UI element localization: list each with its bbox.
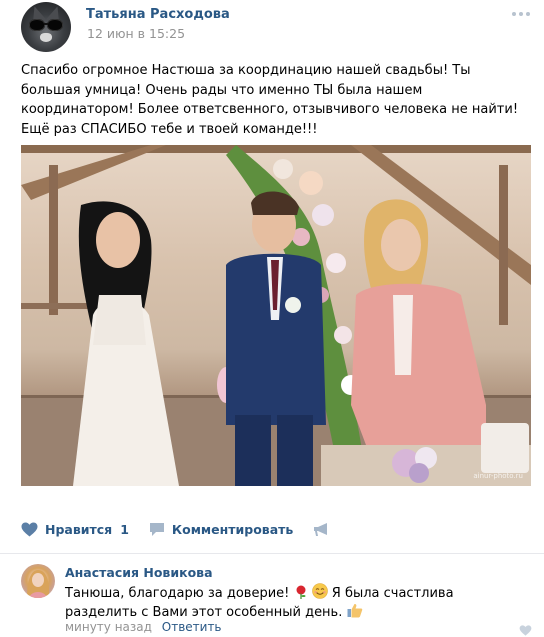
comment-text: Танюша, благодарю за доверие! Я была сча…: [65, 583, 525, 622]
avatar-lens-right: [47, 19, 63, 31]
dot: [526, 12, 530, 16]
reply-button[interactable]: Ответить: [162, 620, 222, 634]
post-date[interactable]: 12 июн в 15:25: [87, 26, 185, 41]
divider: [0, 553, 544, 554]
avatar-portrait: [27, 570, 50, 598]
post-card: Татьяна Расходова 12 июн в 15:25 Спасибо…: [0, 0, 544, 637]
heart-icon: [21, 522, 38, 536]
comment-text-part1: Танюша, благодарю за доверие!: [65, 586, 290, 601]
dot: [512, 12, 516, 16]
like-label: Нравится: [45, 521, 113, 537]
comment-author-avatar[interactable]: [21, 564, 55, 598]
rose-icon: [296, 585, 305, 599]
author-avatar[interactable]: [21, 2, 71, 52]
post-photo[interactable]: ainur-photo.ru: [21, 145, 531, 486]
photo-watermark: ainur-photo.ru: [473, 472, 523, 480]
dot: [519, 12, 523, 16]
comment-like-button[interactable]: [519, 621, 532, 637]
avatar-snout: [40, 33, 52, 42]
smiling-face-icon: [311, 583, 328, 599]
speech-bubble-icon: [149, 522, 164, 536]
wedding-photo-illustration: [21, 145, 531, 486]
like-count: 1: [120, 521, 129, 537]
post-actions-bar: Нравится 1 Комментировать: [21, 519, 357, 539]
post-text: Спасибо огромное Настюша за координацию …: [21, 63, 519, 137]
comment-button[interactable]: Комментировать: [149, 522, 293, 537]
heart-icon: [519, 625, 532, 636]
like-button[interactable]: Нравится 1: [21, 522, 129, 537]
dots-icon[interactable]: [512, 12, 530, 16]
avatar-lens-left: [29, 19, 45, 31]
comment-time[interactable]: минуту назад: [65, 620, 152, 634]
share-button[interactable]: [313, 522, 337, 537]
thumbs-up-icon: [347, 603, 362, 618]
comment-label: Комментировать: [171, 521, 294, 537]
comment-meta: минуту назад Ответить: [65, 620, 222, 634]
comment-author-name[interactable]: Анастасия Новикова: [65, 565, 213, 580]
megaphone-icon: [314, 522, 328, 536]
post-author-name[interactable]: Татьяна Расходова: [86, 7, 230, 22]
avatar-glasses-bridge: [44, 23, 48, 25]
